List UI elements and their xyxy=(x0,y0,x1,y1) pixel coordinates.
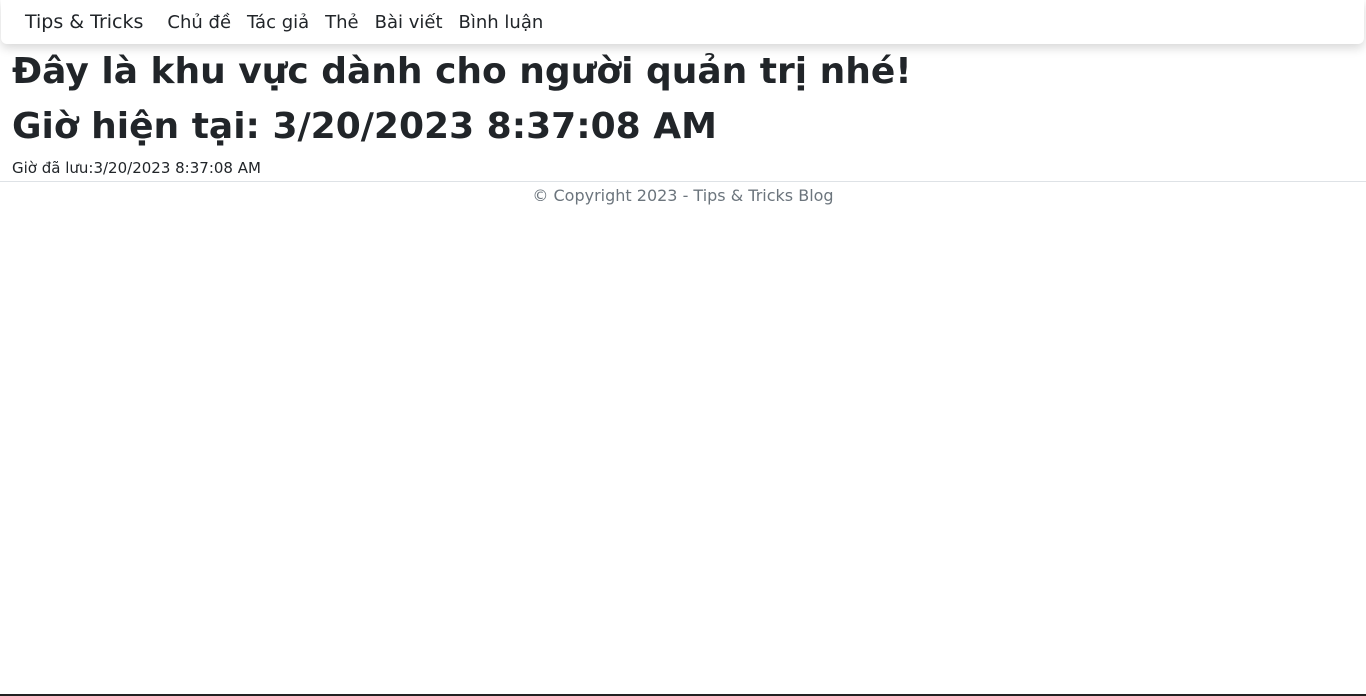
saved-time-text: Giờ đã lưu:3/20/2023 8:37:08 AM xyxy=(12,159,261,177)
main-content: Đây là khu vực dành cho người quản trị n… xyxy=(12,50,1354,177)
nav-link-tac-gia[interactable]: Tác giả xyxy=(247,12,309,33)
nav-link-chu-de[interactable]: Chủ đề xyxy=(167,12,231,33)
footer: © Copyright 2023 - Tips & Tricks Blog xyxy=(0,181,1366,205)
top-navbar: Tips & Tricks Chủ đề Tác giả Thẻ Bài viế… xyxy=(1,0,1364,44)
nav-link-bai-viet[interactable]: Bài viết xyxy=(375,12,443,33)
current-time-heading: Giờ hiện tại: 3/20/2023 8:37:08 AM xyxy=(12,106,717,147)
nav-link-binh-luan[interactable]: Bình luận xyxy=(459,12,544,33)
admin-heading: Đây là khu vực dành cho người quản trị n… xyxy=(12,51,912,92)
nav-links: Chủ đề Tác giả Thẻ Bài viết Bình luận xyxy=(167,12,559,33)
brand-link[interactable]: Tips & Tricks xyxy=(25,11,143,33)
page: Tips & Tricks Chủ đề Tác giả Thẻ Bài viế… xyxy=(0,0,1366,696)
nav-link-the[interactable]: Thẻ xyxy=(325,12,358,33)
copyright-text: © Copyright 2023 - Tips & Tricks Blog xyxy=(532,186,834,205)
